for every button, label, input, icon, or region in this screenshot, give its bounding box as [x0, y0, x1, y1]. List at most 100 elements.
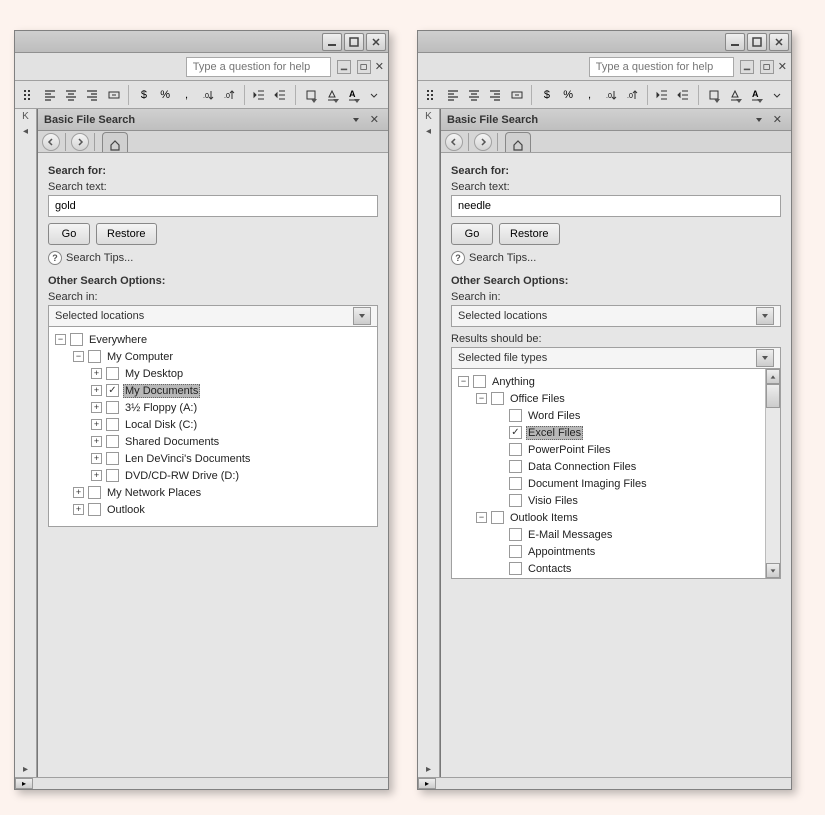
checkbox[interactable] [106, 435, 119, 448]
maximize-button[interactable] [747, 33, 767, 51]
align-right-icon[interactable] [83, 84, 102, 106]
forward-button[interactable] [474, 133, 492, 151]
checkbox[interactable] [88, 486, 101, 499]
checkbox[interactable]: ✓ [106, 384, 119, 397]
checkbox[interactable] [88, 503, 101, 516]
minimize-button[interactable] [725, 33, 745, 51]
expand-icon[interactable]: + [91, 436, 102, 447]
decrease-indent-icon[interactable] [653, 84, 672, 106]
checkbox[interactable] [106, 452, 119, 465]
search-tips-link[interactable]: Search Tips... [469, 252, 536, 264]
increase-decimal-icon[interactable]: .0 [601, 84, 620, 106]
decrease-decimal-icon[interactable]: .0 [622, 84, 641, 106]
merge-cells-icon[interactable] [104, 84, 123, 106]
scrollbar-horizontal[interactable]: ▸ [418, 777, 791, 789]
align-left-icon[interactable] [443, 84, 462, 106]
close-doc-button[interactable]: ✕ [375, 60, 384, 73]
checkbox[interactable] [106, 401, 119, 414]
scrollbar-thumb[interactable] [766, 384, 780, 408]
expand-icon[interactable]: + [73, 487, 84, 498]
minimize-button[interactable] [322, 33, 342, 51]
percent-button[interactable]: % [156, 84, 175, 106]
toolbar-overflow-icon[interactable] [365, 84, 384, 106]
checkbox[interactable] [106, 469, 119, 482]
expand-icon[interactable]: + [91, 453, 102, 464]
search-in-combo[interactable]: Selected locations [48, 305, 378, 327]
increase-indent-icon[interactable] [674, 84, 693, 106]
results-combo[interactable]: Selected file types [451, 347, 781, 369]
expand-icon[interactable]: + [91, 419, 102, 430]
checkbox[interactable] [509, 460, 522, 473]
search-tips-link[interactable]: Search Tips... [66, 252, 133, 264]
decrease-indent-icon[interactable] [250, 84, 269, 106]
borders-button[interactable] [704, 84, 723, 106]
gutter-scroll-marker[interactable]: ▸ [23, 764, 28, 775]
close-doc-button[interactable]: ✕ [778, 60, 787, 73]
restore-button[interactable]: Restore [96, 223, 157, 245]
checkbox[interactable] [473, 375, 486, 388]
increase-indent-icon[interactable] [271, 84, 290, 106]
decrease-decimal-icon[interactable]: .0 [219, 84, 238, 106]
collapse-icon[interactable]: − [73, 351, 84, 362]
pane-close-button[interactable]: ✕ [367, 113, 382, 126]
collapse-icon[interactable]: − [458, 376, 469, 387]
percent-button[interactable]: % [559, 84, 578, 106]
menu-window-button[interactable] [760, 60, 774, 74]
forward-button[interactable] [71, 133, 89, 151]
merge-cells-icon[interactable] [507, 84, 526, 106]
pane-close-button[interactable]: ✕ [770, 113, 785, 126]
restore-button[interactable]: Restore [499, 223, 560, 245]
collapse-icon[interactable]: − [55, 334, 66, 345]
font-color-button[interactable]: A [344, 84, 363, 106]
currency-button[interactable]: $ [134, 84, 153, 106]
scroll-left-button[interactable]: ▸ [15, 778, 33, 789]
collapse-icon[interactable]: − [476, 393, 487, 404]
expand-icon[interactable]: + [91, 368, 102, 379]
chevron-down-icon[interactable] [756, 307, 774, 325]
toolbar-handle[interactable] [19, 84, 38, 106]
home-button[interactable] [505, 132, 531, 152]
checkbox[interactable]: ✓ [509, 426, 522, 439]
restore-window-button[interactable] [740, 60, 754, 74]
search-in-combo[interactable]: Selected locations [451, 305, 781, 327]
home-button[interactable] [102, 132, 128, 152]
checkbox[interactable] [509, 562, 522, 575]
comma-button[interactable]: , [177, 84, 196, 106]
chevron-down-icon[interactable] [756, 349, 774, 367]
help-search-input[interactable] [186, 57, 331, 77]
increase-decimal-icon[interactable]: .0 [198, 84, 217, 106]
close-button[interactable] [366, 33, 386, 51]
back-button[interactable] [445, 133, 463, 151]
currency-button[interactable]: $ [537, 84, 556, 106]
expand-icon[interactable]: + [91, 402, 102, 413]
scroll-up-button[interactable] [766, 369, 780, 384]
pane-menu-button[interactable] [752, 113, 766, 127]
chevron-down-icon[interactable] [353, 307, 371, 325]
scroll-left-button[interactable]: ▸ [418, 778, 436, 789]
checkbox[interactable] [106, 367, 119, 380]
go-button[interactable]: Go [48, 223, 90, 245]
checkbox[interactable] [491, 511, 504, 524]
checkbox[interactable] [491, 392, 504, 405]
expand-icon[interactable]: + [73, 504, 84, 515]
font-color-button[interactable]: A [747, 84, 766, 106]
checkbox[interactable] [70, 333, 83, 346]
pane-menu-button[interactable] [349, 113, 363, 127]
borders-button[interactable] [301, 84, 320, 106]
restore-window-button[interactable] [337, 60, 351, 74]
locations-tree[interactable]: −Everywhere −My Computer +My Desktop +✓M… [48, 327, 378, 527]
scroll-down-button[interactable] [766, 563, 780, 578]
close-button[interactable] [769, 33, 789, 51]
help-search-input[interactable] [589, 57, 734, 77]
checkbox[interactable] [509, 443, 522, 456]
expand-icon[interactable]: + [91, 385, 102, 396]
fill-color-button[interactable] [725, 84, 744, 106]
maximize-button[interactable] [344, 33, 364, 51]
comma-button[interactable]: , [580, 84, 599, 106]
toolbar-overflow-icon[interactable] [768, 84, 787, 106]
menu-window-button[interactable] [357, 60, 371, 74]
align-left-icon[interactable] [40, 84, 59, 106]
fill-color-button[interactable] [322, 84, 341, 106]
scrollbar-horizontal[interactable]: ▸ [15, 777, 388, 789]
go-button[interactable]: Go [451, 223, 493, 245]
